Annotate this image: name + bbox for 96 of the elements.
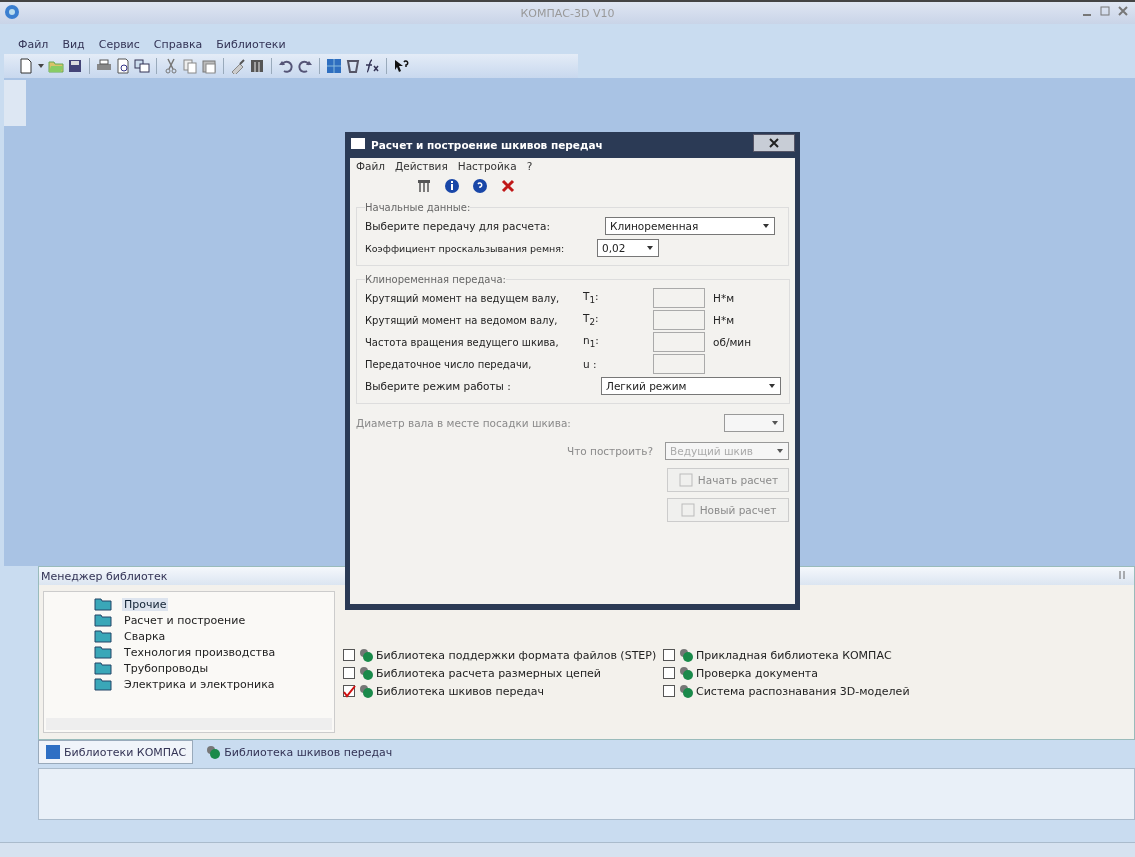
library-name[interactable]: Библиотека шкивов передач xyxy=(376,684,545,698)
tree-item[interactable]: Расчет и построение xyxy=(122,613,248,627)
help-pointer-icon[interactable] xyxy=(393,58,409,74)
panel-title: Менеджер библиотек xyxy=(41,569,168,583)
window-title: КОМПАС-3D V10 xyxy=(520,6,615,20)
tree-item[interactable]: Сварка xyxy=(122,629,168,643)
folder-icon[interactable] xyxy=(94,660,112,676)
unit-label: Н*м xyxy=(713,314,735,326)
menu-item[interactable]: Сервис xyxy=(98,37,140,51)
library-icon[interactable] xyxy=(678,665,694,681)
symbol-label: T$_{2}$: xyxy=(583,312,600,328)
library-name[interactable]: Библиотека поддержки формата файлов (STEP) xyxy=(376,648,657,662)
library-icon[interactable] xyxy=(358,683,374,699)
input-field[interactable] xyxy=(653,354,705,374)
folder-icon[interactable] xyxy=(94,676,112,692)
grid-icon[interactable] xyxy=(326,58,342,74)
paste-icon[interactable] xyxy=(201,58,217,74)
table-icon[interactable] xyxy=(416,178,432,194)
menu-item[interactable]: Настройка xyxy=(457,160,517,172)
menu-item[interactable]: ? xyxy=(526,160,533,172)
input-field[interactable] xyxy=(653,288,705,308)
input-field[interactable] xyxy=(653,310,705,330)
field-label: Выберите режим работы : xyxy=(365,380,512,392)
close-icon[interactable] xyxy=(500,178,516,194)
field-label: Крутящий момент на ведущем валу, xyxy=(365,292,561,304)
field-label: Диаметр вала в месте посадки шкива: xyxy=(356,417,572,429)
tab[interactable]: Библиотеки КОМПАС xyxy=(38,740,194,764)
undo-icon[interactable] xyxy=(278,58,294,74)
field-label: Крутящий момент на ведомом валу, xyxy=(365,314,559,326)
copy-icon[interactable] xyxy=(182,58,198,74)
checkbox[interactable] xyxy=(343,684,356,698)
symbol-label: T$_{1}$: xyxy=(583,290,600,306)
library-icon[interactable] xyxy=(205,744,222,760)
info-icon[interactable] xyxy=(444,178,460,194)
library-icon[interactable] xyxy=(678,683,694,699)
folder-icon[interactable] xyxy=(94,628,112,644)
unit-label: Н*м xyxy=(713,292,735,304)
close-icon[interactable] xyxy=(768,137,780,149)
cut-icon[interactable] xyxy=(163,58,179,74)
brush-icon[interactable] xyxy=(230,58,246,74)
field-label: Коэффициент проскальзывания ремня: xyxy=(365,242,566,254)
library-name[interactable]: Библиотека расчета размерных цепей xyxy=(376,666,601,680)
unit-label: об/мин xyxy=(713,336,752,348)
symbol-label: n$_{1}$: xyxy=(583,334,600,350)
checkbox[interactable] xyxy=(663,666,676,680)
table-icon[interactable] xyxy=(249,58,265,74)
dropdown[interactable] xyxy=(724,414,784,432)
preview-icon[interactable] xyxy=(115,58,131,74)
field-label: Частота вращения ведущего шкива, xyxy=(365,336,560,348)
dropdown[interactable]: Клиноременная xyxy=(605,217,775,235)
function-icon[interactable] xyxy=(364,58,380,74)
symbol-label: u : xyxy=(583,358,598,370)
save-icon[interactable] xyxy=(67,58,83,74)
tree-item[interactable]: Технология производства xyxy=(122,645,278,659)
windows-icon[interactable] xyxy=(134,58,150,74)
menu-item[interactable]: Справка xyxy=(153,37,203,51)
dialog-title: Расчет и построение шкивов передач xyxy=(371,139,603,151)
library-name[interactable]: Система распознавания 3D-моделей xyxy=(696,684,910,698)
folder-icon[interactable] xyxy=(94,644,112,660)
menu-item[interactable]: Действия xyxy=(395,160,448,172)
menu-item[interactable]: Файл xyxy=(356,160,385,172)
input-field[interactable] xyxy=(653,332,705,352)
field-label: Передаточное число передачи, xyxy=(365,358,533,370)
field-label: Что построить? xyxy=(566,445,653,457)
dropdown[interactable]: Легкий режим xyxy=(601,377,781,395)
library-icon[interactable] xyxy=(678,647,694,663)
library-icon[interactable] xyxy=(358,665,374,681)
tab[interactable]: Библиотека шкивов передач xyxy=(199,741,399,763)
field-label: Выберите передачу для расчета: xyxy=(365,220,551,232)
menu-item[interactable]: Файл xyxy=(18,37,49,51)
library-name[interactable]: Проверка документа xyxy=(696,666,818,680)
checkbox[interactable] xyxy=(343,666,356,680)
close-button[interactable] xyxy=(753,134,795,152)
checkbox[interactable] xyxy=(663,684,676,698)
new-file-icon[interactable] xyxy=(18,58,34,74)
group-title: Начальные данные: xyxy=(365,202,471,213)
help-icon[interactable] xyxy=(472,178,488,194)
redo-icon[interactable] xyxy=(297,58,313,74)
tree-item[interactable]: Прочие xyxy=(122,597,169,611)
checkbox[interactable] xyxy=(343,648,356,662)
app-logo-icon[interactable] xyxy=(4,4,20,20)
library-name[interactable]: Прикладная библиотека КОМПАС xyxy=(696,648,892,662)
side-toolbar xyxy=(4,80,26,126)
book-icon[interactable] xyxy=(45,744,61,760)
folder-icon[interactable] xyxy=(94,612,112,628)
group-title: Клиноременная передача: xyxy=(365,274,506,285)
menu-item[interactable]: Библиотеки xyxy=(216,37,286,51)
menu-item[interactable]: Вид xyxy=(62,37,85,51)
library-icon[interactable] xyxy=(358,647,374,663)
folder-icon[interactable] xyxy=(94,596,112,612)
tree-item[interactable]: Электрика и электроника xyxy=(122,677,277,691)
window-icon[interactable] xyxy=(350,136,366,152)
cup-icon[interactable] xyxy=(345,58,361,74)
tree-item[interactable]: Трубопроводы xyxy=(122,661,211,675)
checkbox[interactable] xyxy=(663,648,676,662)
dropdown[interactable]: 0,02 xyxy=(597,239,659,257)
